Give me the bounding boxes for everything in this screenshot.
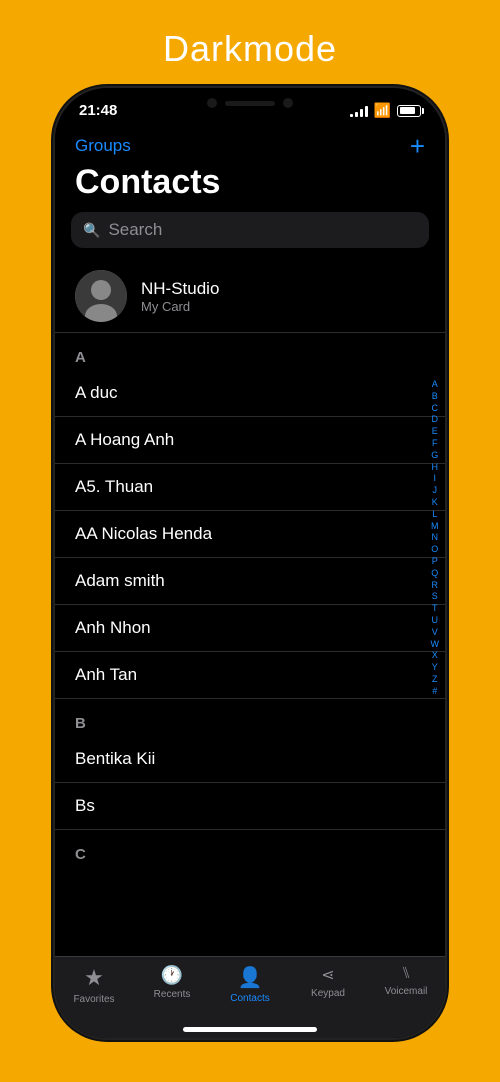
my-card-label: My Card xyxy=(141,299,219,314)
my-card-info: NH-Studio My Card xyxy=(141,279,219,314)
favorites-label: Favorites xyxy=(73,994,114,1005)
notch-speaker xyxy=(225,101,275,106)
battery-icon xyxy=(397,105,421,117)
clock: 21:48 xyxy=(79,102,117,119)
recents-label: Recents xyxy=(154,989,191,1000)
search-bar[interactable]: 🔍 Search xyxy=(71,212,429,248)
alpha-i[interactable]: I xyxy=(433,474,436,485)
alpha-d[interactable]: D xyxy=(432,415,439,426)
alpha-o[interactable]: O xyxy=(431,544,438,555)
app-content: Groups + Contacts 🔍 Search xyxy=(55,125,445,951)
alpha-w[interactable]: W xyxy=(431,639,440,650)
section-header-a: A xyxy=(55,333,445,370)
alpha-m[interactable]: M xyxy=(431,521,439,532)
contact-row[interactable]: AA Nicolas Henda xyxy=(55,511,445,558)
alphabet-index[interactable]: A B C D E F G H I J K L M N O P Q R S T … xyxy=(431,379,440,697)
alpha-hash[interactable]: # xyxy=(432,686,437,697)
contacts-icon: 👤 xyxy=(238,965,263,990)
alpha-p[interactable]: P xyxy=(432,556,438,567)
contact-row[interactable]: Adam smith xyxy=(55,558,445,605)
add-contact-button[interactable]: + xyxy=(410,133,425,159)
section-header-c: C xyxy=(55,830,445,867)
battery-fill xyxy=(400,107,415,114)
contact-row[interactable]: A duc xyxy=(55,370,445,417)
groups-button[interactable]: Groups xyxy=(75,136,131,156)
alpha-l[interactable]: L xyxy=(432,509,437,520)
search-icon: 🔍 xyxy=(83,222,100,239)
notch-dot-left xyxy=(207,98,217,108)
contacts-header: Contacts xyxy=(55,163,445,212)
alpha-g[interactable]: G xyxy=(431,450,438,461)
keypad-icon: ⋖ xyxy=(321,965,334,985)
status-right: 📶 xyxy=(350,102,421,119)
alpha-h[interactable]: H xyxy=(432,462,439,473)
alpha-t[interactable]: T xyxy=(432,603,438,614)
contact-row[interactable]: Bentika Kii xyxy=(55,736,445,783)
alpha-a[interactable]: A xyxy=(432,379,438,390)
contacts-list[interactable]: NH-Studio My Card A A duc A Hoang Anh A5… xyxy=(55,260,445,951)
tab-favorites[interactable]: ★ Favorites xyxy=(55,965,133,1005)
alpha-q[interactable]: Q xyxy=(431,568,438,579)
alpha-z[interactable]: Z xyxy=(432,674,438,685)
recents-icon: 🕐 xyxy=(161,965,183,986)
alpha-n[interactable]: N xyxy=(432,533,439,544)
alpha-v[interactable]: V xyxy=(432,627,438,638)
contact-row[interactable]: Anh Nhon xyxy=(55,605,445,652)
signal-icon xyxy=(350,105,368,117)
alpha-e[interactable]: E xyxy=(432,426,438,437)
contact-row[interactable]: Bs xyxy=(55,783,445,830)
tab-voicemail[interactable]: ⑊ Voicemail xyxy=(367,965,445,997)
section-header-b: B xyxy=(55,699,445,736)
alpha-x[interactable]: X xyxy=(432,651,438,662)
alpha-k[interactable]: K xyxy=(432,497,438,508)
notch xyxy=(185,88,315,118)
contacts-label: Contacts xyxy=(230,993,269,1004)
tab-bar: ★ Favorites 🕐 Recents 👤 Contacts ⋖ Keypa… xyxy=(55,956,445,1038)
tab-contacts[interactable]: 👤 Contacts xyxy=(211,965,289,1004)
alpha-u[interactable]: U xyxy=(432,615,439,626)
contact-row[interactable]: Anh Tan xyxy=(55,652,445,699)
phone-frame: 21:48 📶 Groups + Contacts 🔍 Search xyxy=(55,88,445,1038)
wifi-icon: 📶 xyxy=(374,102,391,119)
alpha-c[interactable]: C xyxy=(432,403,439,414)
my-card-name: NH-Studio xyxy=(141,279,219,299)
contact-row[interactable]: A5. Thuan xyxy=(55,464,445,511)
alpha-b[interactable]: B xyxy=(432,391,438,402)
voicemail-icon: ⑊ xyxy=(401,965,411,983)
my-card-row[interactable]: NH-Studio My Card xyxy=(55,260,445,333)
contact-row[interactable]: A Hoang Anh xyxy=(55,417,445,464)
voicemail-label: Voicemail xyxy=(385,986,428,997)
nav-bar: Groups + xyxy=(55,125,445,163)
alpha-s[interactable]: S xyxy=(432,592,438,603)
page-title-label: Darkmode xyxy=(163,28,337,70)
favorites-icon: ★ xyxy=(84,965,104,991)
avatar-inner xyxy=(75,270,127,322)
avatar xyxy=(75,270,127,322)
alpha-r[interactable]: R xyxy=(432,580,439,591)
alpha-f[interactable]: F xyxy=(432,438,438,449)
search-placeholder: Search xyxy=(108,220,162,240)
tab-keypad[interactable]: ⋖ Keypad xyxy=(289,965,367,999)
alpha-y[interactable]: Y xyxy=(432,662,438,673)
notch-camera xyxy=(283,98,293,108)
home-indicator xyxy=(183,1027,317,1032)
keypad-label: Keypad xyxy=(311,988,345,999)
alpha-j[interactable]: J xyxy=(433,485,438,496)
tab-recents[interactable]: 🕐 Recents xyxy=(133,965,211,1000)
